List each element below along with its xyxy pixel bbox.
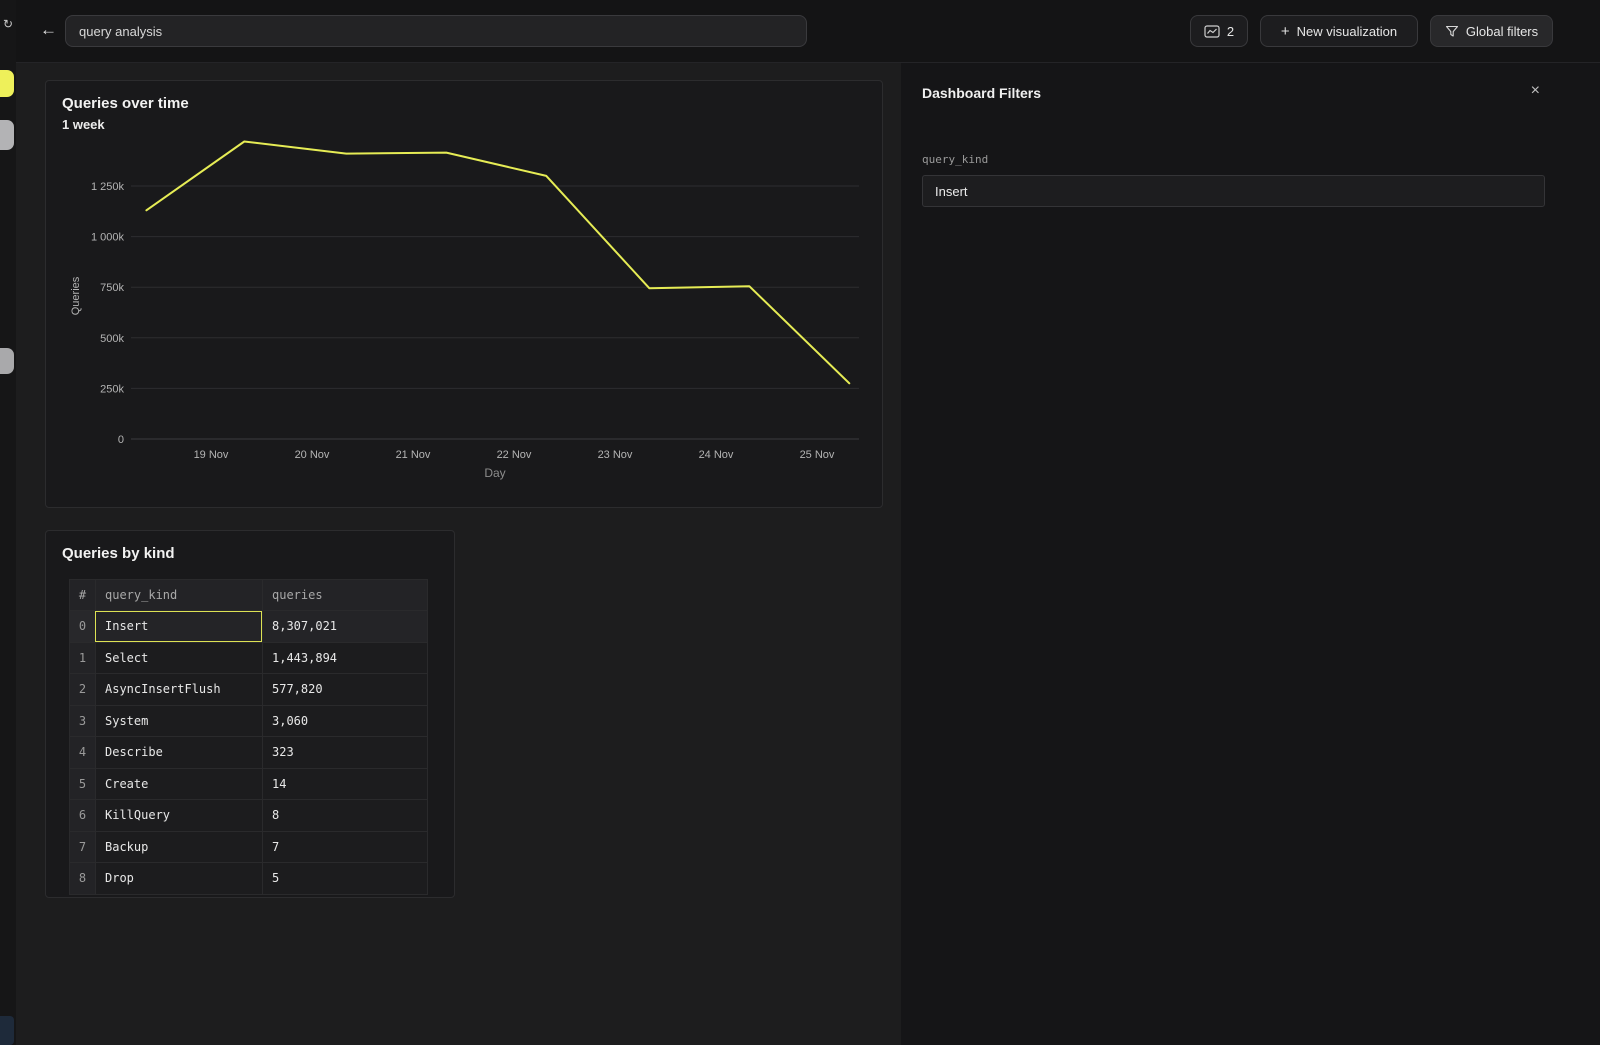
topbar-actions: 2 + New visualization Global filters — [1190, 15, 1553, 47]
queries-table-header-row: #query_kindqueries — [70, 580, 427, 611]
queries-over-time-chart[interactable]: 0 250k 500k 750k 1 000k 1 250k 19 Nov 20 Nov 21 … — [46, 136, 882, 504]
table-row: 7Backup7 — [70, 832, 427, 864]
visualization-count-icon — [1204, 25, 1220, 38]
table-row: 8Drop5 — [70, 863, 427, 894]
query-kind-cell[interactable]: Select — [95, 643, 262, 674]
y-tick-label: 0 — [118, 434, 124, 446]
x-tick-label: 23 Nov — [598, 449, 633, 461]
column-header-query_kind: query_kind — [95, 580, 262, 610]
x-tick-label: 20 Nov — [295, 449, 330, 461]
queries-value-cell[interactable]: 3,060 — [262, 706, 427, 737]
table-row: 1Select1,443,894 — [70, 643, 427, 675]
chart-series-line — [146, 142, 849, 384]
close-icon[interactable]: × — [1531, 83, 1540, 99]
column-header-index: # — [70, 580, 95, 610]
global-filters-button[interactable]: Global filters — [1430, 15, 1553, 47]
query-kind-cell[interactable]: AsyncInsertFlush — [95, 674, 262, 705]
table-title: Queries by kind — [62, 545, 454, 562]
y-axis-label: Queries — [70, 276, 82, 315]
query-kind-cell[interactable]: Backup — [95, 832, 262, 863]
row-index-cell: 3 — [70, 706, 95, 737]
x-tick-label: 19 Nov — [194, 449, 229, 461]
x-tick-label: 24 Nov — [699, 449, 734, 461]
visualization-count-button[interactable]: 2 — [1190, 15, 1248, 47]
row-index-cell: 6 — [70, 800, 95, 831]
query-kind-cell[interactable]: Drop — [95, 863, 262, 894]
row-index-cell: 8 — [70, 863, 95, 894]
column-header-queries: queries — [262, 580, 427, 610]
queries-value-cell[interactable]: 1,443,894 — [262, 643, 427, 674]
queries-over-time-card[interactable]: Queries over time 1 week 0 250k 500k 750k 1 … — [45, 80, 883, 508]
row-index-cell: 1 — [70, 643, 95, 674]
back-button[interactable]: ← — [40, 21, 57, 38]
table-row: 0Insert8,307,021 — [70, 611, 427, 643]
queries-value-cell[interactable]: 5 — [262, 863, 427, 894]
topbar: ← 2 + New visualization Global filters — [16, 0, 1600, 63]
plus-icon: + — [1281, 24, 1290, 39]
query-kind-cell[interactable]: Create — [95, 769, 262, 800]
y-tick-label: 500k — [100, 333, 124, 345]
row-index-cell: 5 — [70, 769, 95, 800]
chart-title: Queries over time — [62, 95, 882, 112]
x-axis-label: Day — [484, 466, 505, 480]
row-index-cell: 7 — [70, 832, 95, 863]
refresh-icon[interactable]: ↻ — [0, 17, 16, 31]
sidebar-tab[interactable] — [0, 120, 14, 150]
x-tick-label: 25 Nov — [800, 449, 835, 461]
filters-panel-title: Dashboard Filters — [922, 85, 1041, 101]
queries-table-body: 0Insert8,307,0211Select1,443,8942AsyncIn… — [70, 611, 427, 894]
global-filters-label: Global filters — [1466, 24, 1538, 39]
row-index-cell: 2 — [70, 674, 95, 705]
dashboard-filters-panel: Dashboard Filters × query_kind Insert — [901, 63, 1600, 1045]
query-kind-cell[interactable]: KillQuery — [95, 800, 262, 831]
query-kind-filter-select[interactable]: Insert — [922, 175, 1545, 207]
queries-value-cell[interactable]: 14 — [262, 769, 427, 800]
y-tick-label: 250k — [100, 383, 124, 395]
y-tick-label: 1 000k — [91, 232, 125, 244]
table-row: 6KillQuery8 — [70, 800, 427, 832]
queries-value-cell[interactable]: 7 — [262, 832, 427, 863]
row-index-cell: 4 — [70, 737, 95, 768]
queries-value-cell[interactable]: 8,307,021 — [262, 611, 427, 642]
x-tick-label: 21 Nov — [396, 449, 431, 461]
queries-by-kind-card[interactable]: Queries by kind #query_kindqueries 0Inse… — [45, 530, 455, 898]
table-row: 4Describe323 — [70, 737, 427, 769]
filter-field-label: query_kind — [922, 153, 988, 166]
new-visualization-label: New visualization — [1297, 24, 1397, 39]
dashboard-canvas: Queries over time 1 week 0 250k 500k 750k 1 … — [16, 63, 901, 1045]
chart-subtitle: 1 week — [62, 117, 882, 132]
query-kind-cell[interactable]: Describe — [95, 737, 262, 768]
y-tick-label: 750k — [100, 282, 124, 294]
funnel-icon — [1445, 25, 1459, 38]
query-kind-cell[interactable]: System — [95, 706, 262, 737]
queries-value-cell[interactable]: 323 — [262, 737, 427, 768]
collapsed-sidebar: ↻ — [0, 0, 16, 1045]
visualization-count-label: 2 — [1227, 24, 1234, 39]
user-avatar[interactable] — [0, 1016, 14, 1045]
dashboard-title-input[interactable] — [65, 15, 807, 47]
queries-table: #query_kindqueries 0Insert8,307,0211Sele… — [69, 579, 428, 895]
query-kind-cell[interactable]: Insert — [95, 611, 262, 642]
queries-value-cell[interactable]: 577,820 — [262, 674, 427, 705]
y-tick-label: 1 250k — [91, 181, 125, 193]
row-index-cell: 0 — [70, 611, 95, 642]
new-visualization-button[interactable]: + New visualization — [1260, 15, 1418, 47]
queries-value-cell[interactable]: 8 — [262, 800, 427, 831]
x-tick-label: 22 Nov — [497, 449, 532, 461]
table-row: 2AsyncInsertFlush577,820 — [70, 674, 427, 706]
table-row: 5Create14 — [70, 769, 427, 801]
sidebar-tab-active[interactable] — [0, 70, 14, 97]
sidebar-tab[interactable] — [0, 348, 14, 374]
table-row: 3System3,060 — [70, 706, 427, 738]
